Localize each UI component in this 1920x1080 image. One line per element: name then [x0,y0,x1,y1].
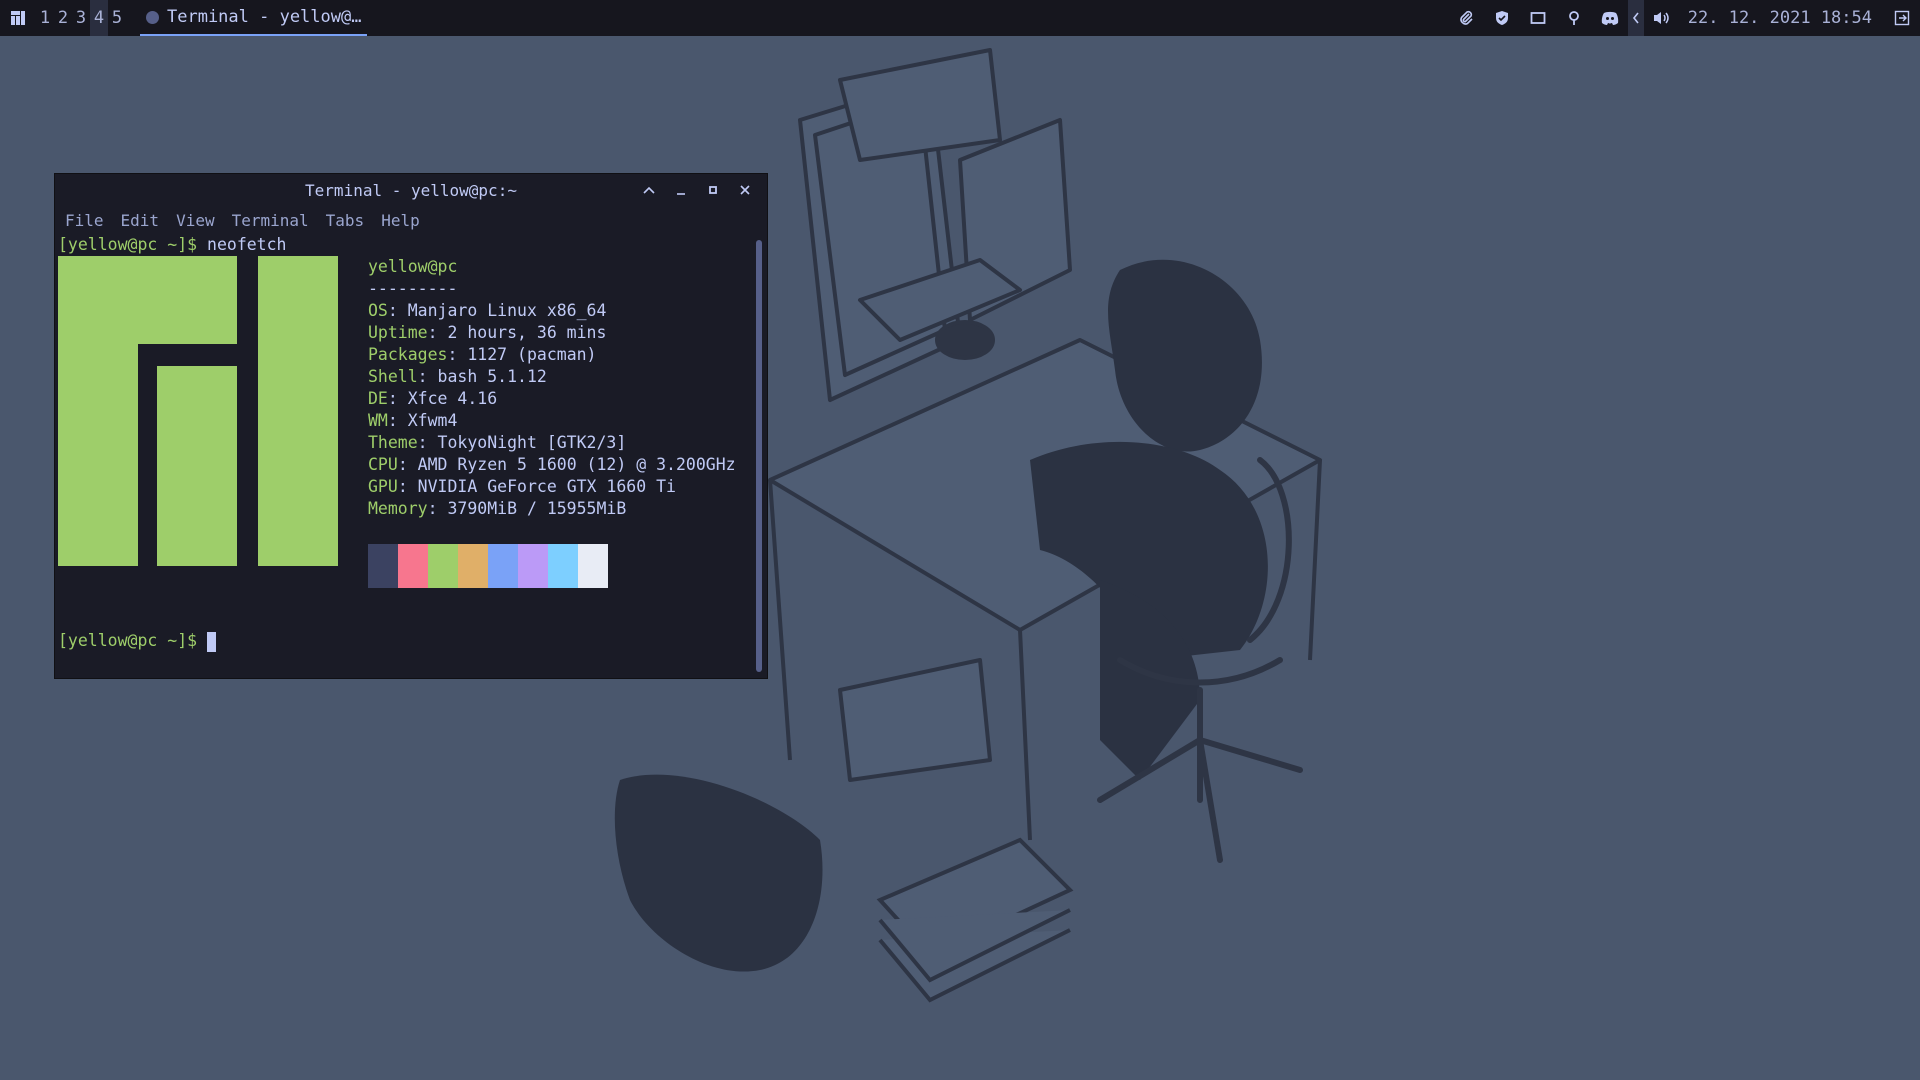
info-key: DE [368,389,388,408]
shade-icon[interactable] [633,174,665,206]
clock[interactable]: 22. 12. 2021 18:54 [1680,8,1884,28]
info-gpu: GPU: NVIDIA GeForce GTX 1660 Ti [368,476,676,498]
neofetch-header: yellow@pc [368,257,458,276]
color-swatch [548,544,578,588]
info-value: : AMD Ryzen 5 1600 (12) @ 3.200GHz [397,455,736,474]
info-key: Shell [368,367,418,386]
collapse-arrow-icon[interactable] [1627,0,1644,36]
info-value: : 2 hours, 36 mins [427,323,607,342]
info-value: : 3790MiB / 15955MiB [427,499,627,518]
command-line: [yellow@pc ~]$ neofetch [58,234,286,256]
info-key: CPU [368,455,398,474]
workspace-5[interactable]: 5 [108,0,126,36]
terminal-window: Terminal - yellow@pc:~ File Edit View Te… [55,174,767,678]
info-key: WM [368,411,388,430]
minimize-icon[interactable] [665,174,697,206]
terminal-output[interactable]: [yellow@pc ~]$ neofetch yellow@pc ------… [55,234,755,678]
info-value: : NVIDIA GeForce GTX 1660 Ti [397,477,676,496]
workspace-1[interactable]: 1 [36,0,54,36]
info-value: : 1127 (pacman) [447,345,597,364]
menu-tabs[interactable]: Tabs [326,211,365,230]
info-value: : Xfce 4.16 [387,389,498,408]
color-swatch [488,544,518,588]
info-value: : bash 5.1.12 [417,367,547,386]
info-value: : Manjaro Linux x86_64 [387,301,607,320]
terminal-scrollbar[interactable] [756,240,762,672]
text-cursor [207,631,217,652]
menu-help[interactable]: Help [381,211,420,230]
taskbar-terminal-title: Terminal - yellow@… [167,7,362,27]
prompt: [yellow@pc ~]$ [58,631,198,650]
info-theme: Theme: TokyoNight [GTK2/3] [368,432,626,454]
workspace-2[interactable]: 2 [54,0,72,36]
info-cpu: CPU: AMD Ryzen 5 1600 (12) @ 3.200GHz [368,454,736,476]
menu-terminal[interactable]: Terminal [232,211,309,230]
maximize-icon[interactable] [697,174,729,206]
workspace-4[interactable]: 4 [90,0,108,36]
info-key: Memory [368,499,428,518]
info-de: DE: Xfce 4.16 [368,388,497,410]
window-controls [633,174,761,206]
workspace-3[interactable]: 3 [72,0,90,36]
info-key: Uptime [368,323,428,342]
top-panel: 1 2 3 4 5 Terminal - yellow@… 22. 12. 20… [0,0,1920,36]
system-tray: 22. 12. 2021 18:54 [1448,0,1920,36]
menu-view[interactable]: View [176,211,215,230]
prompt: [yellow@pc ~]$ [58,235,198,254]
color-swatch [458,544,488,588]
color-swatch [518,544,548,588]
manjaro-logo [58,256,338,566]
info-key: Theme [368,433,418,452]
terminal-app-icon [146,10,159,24]
color-swatch [398,544,428,588]
info-value: : Xfwm4 [387,411,458,430]
info-key: OS [368,301,388,320]
menu-edit[interactable]: Edit [121,211,160,230]
paperclip-icon[interactable] [1448,0,1484,36]
location-pin-icon[interactable] [1556,0,1592,36]
command-text: neofetch [197,235,287,254]
info-key: GPU [368,477,398,496]
taskbar-terminal-button[interactable]: Terminal - yellow@… [140,0,368,36]
menu-file[interactable]: File [65,211,104,230]
info-key: Packages [368,345,448,364]
color-swatch [368,544,398,588]
info-wm: WM: Xfwm4 [368,410,457,432]
monitor-icon[interactable] [1520,0,1556,36]
prompt-line: [yellow@pc ~]$ [58,630,217,652]
close-icon[interactable] [729,174,761,206]
terminal-menubar: File Edit View Terminal Tabs Help [55,206,767,234]
info-memory: Memory: 3790MiB / 15955MiB [368,498,626,520]
volume-icon[interactable] [1644,0,1680,36]
color-swatch [578,544,608,588]
color-swatch [428,544,458,588]
shield-icon[interactable] [1484,0,1520,36]
logout-icon[interactable] [1884,0,1920,36]
info-packages: Packages: 1127 (pacman) [368,344,597,366]
workspace-switcher: 1 2 3 4 5 [36,0,126,36]
info-shell: Shell: bash 5.1.12 [368,366,547,388]
neofetch-separator: --------- [368,279,458,298]
info-uptime: Uptime: 2 hours, 36 mins [368,322,606,344]
manjaro-menu-icon[interactable] [0,0,36,36]
info-os: OS: Manjaro Linux x86_64 [368,300,606,322]
discord-icon[interactable] [1592,0,1628,36]
terminal-title: Terminal - yellow@pc:~ [305,180,517,200]
info-value: : TokyoNight [GTK2/3] [417,433,627,452]
terminal-titlebar[interactable]: Terminal - yellow@pc:~ [55,174,767,206]
color-palette [368,544,608,588]
